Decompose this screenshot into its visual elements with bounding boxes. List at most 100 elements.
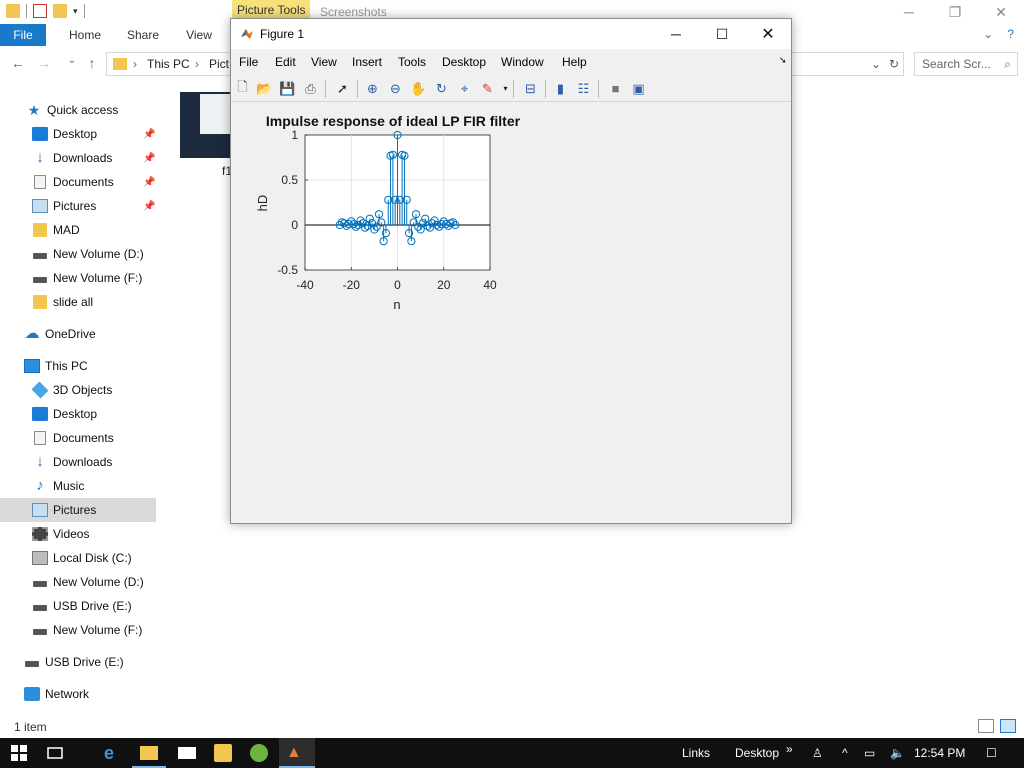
nav-item-new-volume-f[interactable]: New Volume (F:) [0, 618, 156, 642]
action-center-icon[interactable]: ☐ [986, 746, 997, 760]
people-icon[interactable]: ♙ [812, 746, 823, 760]
pan-icon[interactable]: ✋ [410, 80, 427, 97]
zoom-in-icon[interactable]: ⊕ [364, 80, 381, 97]
chevron-right-icon[interactable]: › [195, 57, 199, 71]
ribbon-tab-share[interactable]: Share [118, 24, 168, 46]
help-icon[interactable]: ? [1007, 27, 1014, 41]
nav-item-local-disk-c[interactable]: Local Disk (C:) [0, 546, 156, 570]
customize-toolbar-icon[interactable]: ▾ [73, 6, 78, 17]
menu-file[interactable]: File [239, 55, 258, 69]
zoom-out-icon[interactable]: ⊖ [387, 80, 404, 97]
nav-item-new-volume-d[interactable]: New Volume (D:) [0, 570, 156, 594]
menu-edit[interactable]: Edit [275, 55, 296, 69]
menu-insert[interactable]: Insert [352, 55, 382, 69]
details-view-icon[interactable] [978, 719, 994, 733]
chevron-right-icon[interactable]: › [133, 57, 137, 71]
nav-item-pictures-selected[interactable]: Pictures [0, 498, 156, 522]
mail-icon[interactable] [178, 747, 196, 759]
edge-icon[interactable]: e [104, 744, 122, 762]
picture-tools-tab[interactable]: Picture Tools [232, 0, 311, 20]
file-explorer-icon[interactable] [140, 746, 158, 760]
breadcrumb-pictures[interactable]: Pict [209, 57, 229, 71]
menu-tools[interactable]: Tools [398, 55, 426, 69]
brush-icon[interactable]: ✎ [479, 80, 496, 97]
star-icon: ★ [27, 102, 41, 118]
close-icon[interactable]: ✕ [978, 0, 1024, 24]
hide-plot-tools-icon[interactable]: ■ [607, 80, 624, 97]
nav-item-mad[interactable]: MAD [0, 218, 156, 242]
show-hidden-icons-icon[interactable]: ^ [842, 746, 848, 760]
thumbnail-image [200, 94, 230, 134]
nav-network[interactable]: Network [0, 682, 156, 706]
nav-item-slide-all[interactable]: slide all [0, 290, 156, 314]
nav-item-downloads[interactable]: ↓ Downloads 📌 [0, 146, 156, 170]
ribbon-tab-home[interactable]: Home [58, 24, 112, 46]
recent-locations-icon[interactable]: ⌄ [62, 55, 82, 73]
menu-view[interactable]: View [311, 55, 337, 69]
dock-arrow-icon[interactable]: ➘ [779, 55, 787, 66]
up-icon[interactable]: ↑ [82, 55, 102, 73]
nav-item-pictures[interactable]: Pictures 📌 [0, 194, 156, 218]
menu-help[interactable]: Help [562, 55, 587, 69]
ribbon-tab-view[interactable]: View [176, 24, 222, 46]
rotate-3d-icon[interactable]: ↻ [433, 80, 450, 97]
nav-item-new-volume-f[interactable]: New Volume (F:) [0, 266, 156, 290]
minimize-icon[interactable]: ─ [653, 19, 699, 49]
address-dropdown-icon[interactable]: ⌄ [871, 57, 881, 71]
minimize-icon[interactable]: ─ [886, 0, 932, 24]
nav-this-pc[interactable]: This PC [0, 354, 156, 378]
restore-icon[interactable]: ❐ [932, 0, 978, 24]
insert-colorbar-icon[interactable]: ▮ [552, 80, 569, 97]
nav-item-documents[interactable]: Documents 📌 [0, 170, 156, 194]
forward-icon[interactable]: → [34, 55, 54, 73]
nav-item-usb-drive-e[interactable]: USB Drive (E:) [0, 594, 156, 618]
file-thumbnail[interactable] [180, 92, 232, 158]
new-figure-icon[interactable]: 🗋 [234, 79, 251, 97]
store-icon[interactable] [214, 744, 232, 762]
clock[interactable]: 12:54 PM [914, 746, 965, 760]
close-icon[interactable]: ✕ [745, 19, 791, 49]
nav-item-documents[interactable]: Documents [0, 426, 156, 450]
print-icon[interactable]: ⎙ [302, 80, 319, 97]
data-cursor-icon[interactable]: ⌖ [456, 80, 473, 97]
search-input[interactable]: Search Scr... ⌕ [914, 52, 1018, 76]
links-toolbar[interactable]: Links [682, 746, 710, 760]
desktop-toolbar[interactable]: Desktop [735, 746, 779, 760]
network-status-icon[interactable]: ▭ [864, 746, 875, 760]
nav-usb-drive[interactable]: USB Drive (E:) [0, 650, 156, 674]
expand-ribbon-icon[interactable]: ⌄ [983, 27, 993, 41]
windows-start-icon[interactable] [10, 744, 28, 762]
app-icon[interactable] [250, 744, 268, 762]
figure-titlebar[interactable]: Figure 1 ─ ☐ ✕ [231, 19, 791, 49]
nav-item-videos[interactable]: Videos [0, 522, 156, 546]
volume-icon[interactable]: 🔈 [890, 746, 905, 760]
nav-item-desktop[interactable]: Desktop [0, 402, 156, 426]
menu-window[interactable]: Window [501, 55, 544, 69]
nav-item-music[interactable]: ♪ Music [0, 474, 156, 498]
refresh-icon[interactable]: ↻ [889, 57, 899, 71]
show-plot-tools-icon[interactable]: ▣ [630, 80, 647, 97]
large-icons-view-icon[interactable] [1000, 719, 1016, 733]
edit-plot-icon[interactable]: ➚ [334, 80, 351, 97]
brush-dropdown-icon[interactable]: ▾ [497, 80, 514, 97]
nav-quick-access[interactable]: ★ Quick access [0, 98, 156, 122]
back-icon[interactable]: ← [8, 55, 28, 73]
breadcrumb-this-pc[interactable]: This PC [147, 57, 190, 71]
task-view-icon[interactable] [46, 744, 64, 762]
properties-icon[interactable] [33, 4, 47, 18]
menu-desktop[interactable]: Desktop [442, 55, 486, 69]
insert-legend-icon[interactable]: ☷ [575, 80, 592, 97]
nav-item-new-volume-d[interactable]: New Volume (D:) [0, 242, 156, 266]
nav-item-desktop[interactable]: Desktop 📌 [0, 122, 156, 146]
nav-onedrive[interactable]: ☁ OneDrive [0, 322, 156, 346]
chevron-icon[interactable]: » [786, 742, 793, 756]
save-icon[interactable]: 💾 [279, 80, 296, 97]
ribbon-tab-file[interactable]: File [0, 24, 46, 46]
maximize-icon[interactable]: ☐ [699, 19, 745, 49]
folder-icon[interactable] [6, 4, 20, 18]
open-file-icon[interactable]: 📂 [256, 80, 273, 97]
link-plot-icon[interactable]: ⊟ [522, 80, 539, 97]
nav-item-3d-objects[interactable]: 3D Objects [0, 378, 156, 402]
new-folder-icon[interactable] [53, 4, 67, 18]
nav-item-downloads[interactable]: ↓ Downloads [0, 450, 156, 474]
